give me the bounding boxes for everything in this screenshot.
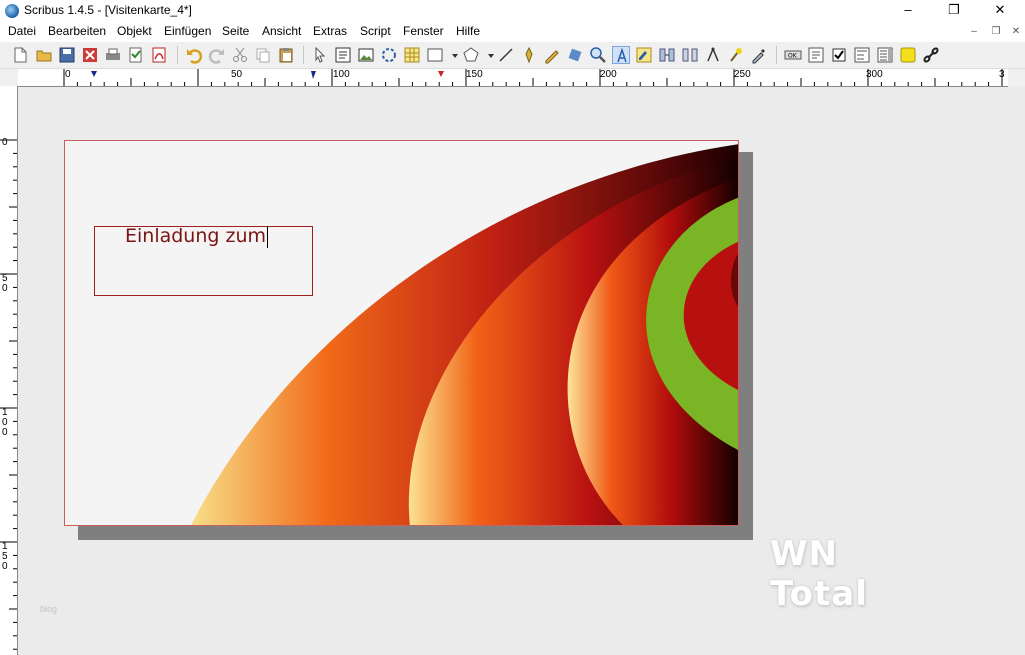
bezier-icon[interactable] xyxy=(520,46,538,64)
menu-bearbeiten[interactable]: Bearbeiten xyxy=(48,24,106,38)
document-page[interactable] xyxy=(64,140,739,526)
story-editor-icon[interactable] xyxy=(635,46,653,64)
blog-label: blog xyxy=(40,604,58,614)
line-icon[interactable] xyxy=(497,46,515,64)
freehand-icon[interactable] xyxy=(543,46,561,64)
shape-dropdown-icon[interactable] xyxy=(446,46,458,64)
toolbar-separator xyxy=(177,46,178,64)
menu-bar: Datei Bearbeiten Objekt Einfügen Seite A… xyxy=(0,22,1025,42)
mdi-restore-button[interactable]: ❐ xyxy=(988,24,1004,40)
rotate-icon[interactable] xyxy=(566,46,584,64)
new-document-icon[interactable] xyxy=(11,46,29,64)
window-title: Scribus 1.4.5 - [Visitenkarte_4*] xyxy=(24,3,192,17)
edit-text-icon[interactable] xyxy=(612,46,630,64)
text-cursor xyxy=(267,225,269,248)
vertical-ruler[interactable]: 0 5 0 1 0 0 1 5 0 xyxy=(0,86,18,655)
menu-seite[interactable]: Seite xyxy=(222,24,249,38)
ruler-label: 250 xyxy=(734,69,751,80)
ruler-label: 150 xyxy=(466,69,483,80)
menu-einfuegen[interactable]: Einfügen xyxy=(164,24,211,38)
text-frame[interactable]: Einladung zum xyxy=(94,225,313,296)
pdf-annotation-icon[interactable] xyxy=(899,46,917,64)
render-frame-icon[interactable] xyxy=(380,46,398,64)
frame-text-content[interactable]: Einladung zum xyxy=(125,225,269,248)
redo-icon[interactable] xyxy=(208,46,226,64)
unlink-frames-icon[interactable] xyxy=(681,46,699,64)
frame-text[interactable]: Einladung zum xyxy=(125,225,266,247)
shape-icon[interactable] xyxy=(426,46,444,64)
measure-icon[interactable] xyxy=(704,46,722,64)
menu-hilfe[interactable]: Hilfe xyxy=(456,24,480,38)
close-button[interactable]: ✕ xyxy=(977,0,1023,22)
link-frames-icon[interactable] xyxy=(658,46,676,64)
close-doc-icon[interactable] xyxy=(81,46,99,64)
ruler-label: 5 0 xyxy=(2,273,8,294)
copy-icon[interactable] xyxy=(254,46,272,64)
open-icon[interactable] xyxy=(35,46,53,64)
ruler-label: 1 5 0 xyxy=(2,541,8,572)
print-icon[interactable] xyxy=(104,46,122,64)
pdf-checkbox-icon[interactable] xyxy=(830,46,848,64)
polygon-dropdown-icon[interactable] xyxy=(482,46,494,64)
pdf-button-icon[interactable]: OK xyxy=(784,46,802,64)
toolbar-separator xyxy=(303,46,304,64)
watermark-logo: WN Total xyxy=(770,534,930,614)
ruler-label: 300 xyxy=(866,69,883,80)
ruler-label: 100 xyxy=(333,69,350,80)
maximize-button[interactable]: ❐ xyxy=(931,0,977,22)
zoom-icon[interactable] xyxy=(589,46,607,64)
ruler-corner[interactable] xyxy=(0,69,18,86)
minimize-button[interactable]: – xyxy=(885,0,931,22)
table-icon[interactable] xyxy=(403,46,421,64)
title-bar: Scribus 1.4.5 - [Visitenkarte_4*] – ❐ ✕ xyxy=(0,0,1025,22)
cut-icon[interactable] xyxy=(231,46,249,64)
ruler-label: 50 xyxy=(231,69,243,80)
pdf-listbox-icon[interactable] xyxy=(876,46,894,64)
eyedropper-icon[interactable] xyxy=(750,46,768,64)
scribus-app-icon xyxy=(5,4,19,18)
copy-properties-icon[interactable] xyxy=(727,46,745,64)
horizontal-ruler[interactable]: 0 50 100 150 200 250 300 3 xyxy=(18,69,1008,87)
menu-datei[interactable]: Datei xyxy=(8,24,36,38)
paste-icon[interactable] xyxy=(277,46,295,64)
pdf-link-icon[interactable] xyxy=(922,46,940,64)
ruler-label: 3 xyxy=(999,69,1005,80)
ruler-label: 200 xyxy=(600,69,617,80)
text-frame-icon[interactable] xyxy=(334,46,352,64)
menu-objekt[interactable]: Objekt xyxy=(117,24,152,38)
mdi-minimize-button[interactable]: – xyxy=(966,24,982,40)
preflight-icon[interactable] xyxy=(127,46,145,64)
main-toolbar: OK xyxy=(0,42,1025,69)
menu-ansicht[interactable]: Ansicht xyxy=(262,24,301,38)
undo-icon[interactable] xyxy=(185,46,203,64)
ruler-label: 0 xyxy=(65,69,71,80)
menu-script[interactable]: Script xyxy=(360,24,391,38)
pdf-combobox-icon[interactable] xyxy=(853,46,871,64)
menu-fenster[interactable]: Fenster xyxy=(403,24,444,38)
image-frame-icon[interactable] xyxy=(357,46,375,64)
watermark-text: WN Total xyxy=(770,534,868,614)
save-icon[interactable] xyxy=(58,46,76,64)
ruler-label: 0 xyxy=(2,137,8,148)
polygon-icon[interactable] xyxy=(462,46,480,64)
svg-text:OK: OK xyxy=(788,53,798,60)
menu-extras[interactable]: Extras xyxy=(313,24,347,38)
pdf-textfield-icon[interactable] xyxy=(807,46,825,64)
page-artwork xyxy=(191,144,738,525)
toolbar-separator xyxy=(776,46,777,64)
select-icon[interactable] xyxy=(311,46,329,64)
ruler-label: 1 0 0 xyxy=(2,407,8,438)
mdi-close-button[interactable]: ✕ xyxy=(1008,24,1024,40)
export-pdf-icon[interactable] xyxy=(150,46,168,64)
